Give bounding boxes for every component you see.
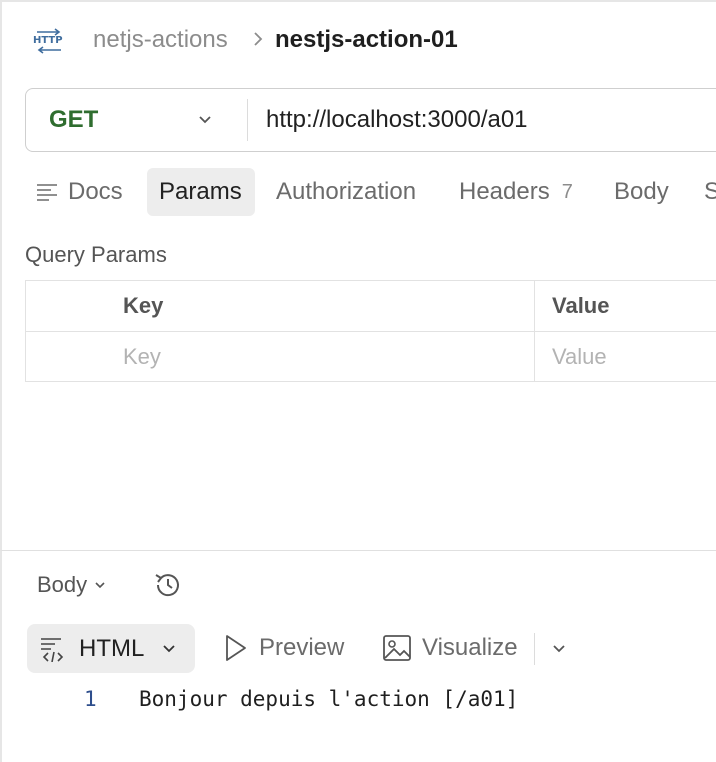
breadcrumb-collection[interactable]: netjs-actions — [93, 26, 228, 54]
format-select[interactable]: HTML — [27, 624, 195, 673]
chevron-right-icon — [254, 32, 263, 46]
param-key-input[interactable] — [123, 341, 503, 373]
tab-params[interactable]: Params — [147, 168, 255, 216]
method-select[interactable]: GET — [49, 106, 98, 134]
tab-label: Params — [159, 178, 242, 205]
visualize-button[interactable]: Visualize — [382, 633, 518, 663]
divider — [247, 99, 248, 141]
request-title[interactable]: nestjs-action-01 — [275, 26, 458, 54]
column-divider — [534, 281, 535, 381]
tab-label: Authorization — [276, 178, 417, 205]
image-icon — [383, 635, 411, 661]
query-params-title: Query Params — [25, 242, 167, 267]
docs-icon — [37, 184, 57, 201]
column-header-value: Value — [552, 293, 610, 318]
preview-button[interactable]: Preview — [223, 633, 344, 663]
response-body-dropdown[interactable]: Body — [37, 572, 107, 598]
play-icon — [226, 635, 246, 661]
tab-headers[interactable]: Headers 7 — [459, 168, 573, 216]
visualize-label: Visualize — [422, 634, 518, 661]
preview-label: Preview — [259, 634, 345, 661]
line-number: 1 — [84, 687, 97, 711]
code-format-icon — [41, 637, 64, 662]
http-icon: HTTP — [33, 27, 65, 55]
headers-count-badge: 7 — [561, 180, 573, 203]
chevron-down-icon — [95, 582, 105, 589]
code-line: 1 Bonjour depuis l'action [/a01] — [2, 687, 716, 717]
tab-label: Headers — [459, 178, 550, 205]
url-input[interactable] — [266, 103, 706, 137]
chevron-down-icon — [163, 644, 175, 652]
tab-label: S — [704, 178, 716, 205]
row-divider — [26, 331, 716, 332]
tab-label: Body — [614, 178, 669, 205]
tab-body[interactable]: Body — [614, 168, 669, 216]
tab-settings[interactable]: S — [704, 168, 716, 216]
response-body-label: Body — [37, 572, 88, 597]
tab-label: Docs — [68, 178, 123, 205]
chevron-down-icon[interactable] — [196, 111, 214, 129]
history-icon[interactable] — [152, 569, 184, 601]
chevron-down-icon[interactable] — [550, 640, 568, 658]
response-panel: Body HTML Preview Visualize 1 Bonjour de… — [0, 550, 716, 762]
tab-authorization[interactable]: Authorization — [276, 168, 416, 216]
divider — [534, 633, 535, 665]
format-label: HTML — [79, 634, 145, 662]
url-bar: GET — [25, 88, 716, 152]
response-body-text: Bonjour depuis l'action [/a01] — [139, 687, 519, 711]
column-header-key: Key — [123, 293, 164, 318]
http-badge-text: HTTP — [33, 35, 63, 46]
tab-docs[interactable]: Docs — [36, 168, 132, 216]
param-value-input[interactable] — [552, 341, 712, 373]
query-params-table: Key Value — [25, 280, 716, 382]
